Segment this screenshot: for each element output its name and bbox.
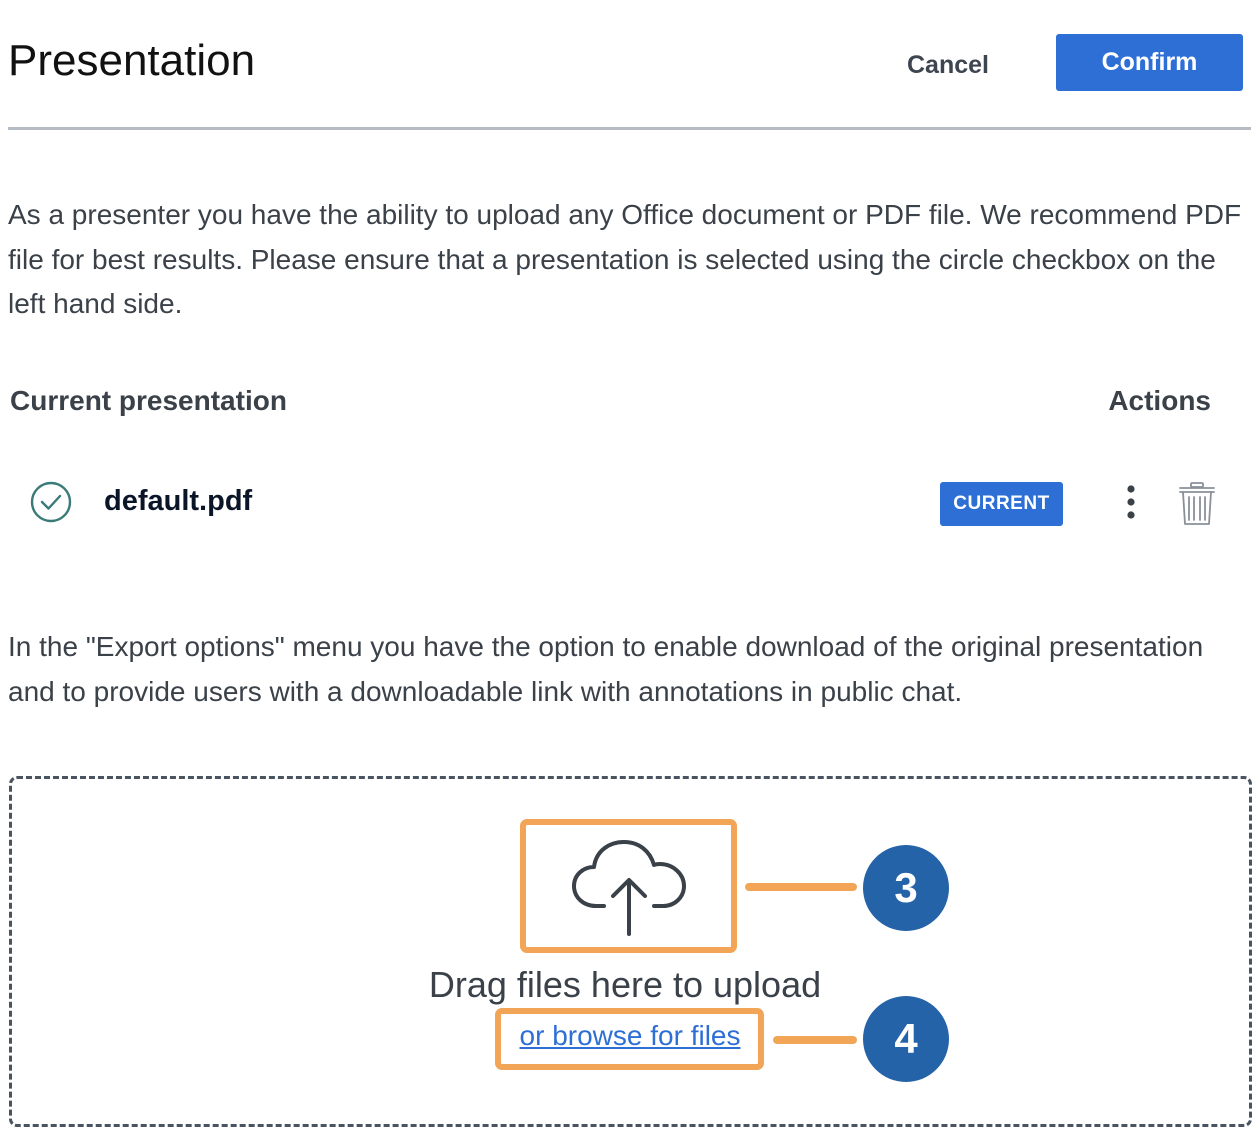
presentation-modal: Presentation Cancel Confirm As a present… [0,0,1258,1136]
callout-connector-3 [745,883,857,891]
column-header-current: Current presentation [10,385,287,416]
presentation-filename: default.pdf [104,485,253,517]
check-circle-icon[interactable] [29,480,73,524]
header-divider [8,127,1251,130]
highlight-box-browse-link [495,1008,764,1070]
callout-badge-3: 3 [863,845,949,931]
column-header-actions: Actions [1108,385,1211,416]
kebab-menu-icon[interactable] [1116,482,1146,526]
export-options-text: In the "Export options" menu you have th… [8,631,1204,707]
confirm-button[interactable]: Confirm [1056,34,1243,91]
highlight-box-upload-icon [520,819,737,953]
cancel-button[interactable]: Cancel [888,42,1008,88]
drag-files-text: Drag files here to upload [428,964,822,1005]
callout-connector-4 [773,1036,857,1044]
trash-icon[interactable] [1176,481,1218,527]
callout-badge-4: 4 [863,996,949,1082]
intro-text: As a presenter you have the ability to u… [8,199,1242,319]
page-title: Presentation [8,36,256,85]
status-badge: CURRENT [940,482,1063,526]
